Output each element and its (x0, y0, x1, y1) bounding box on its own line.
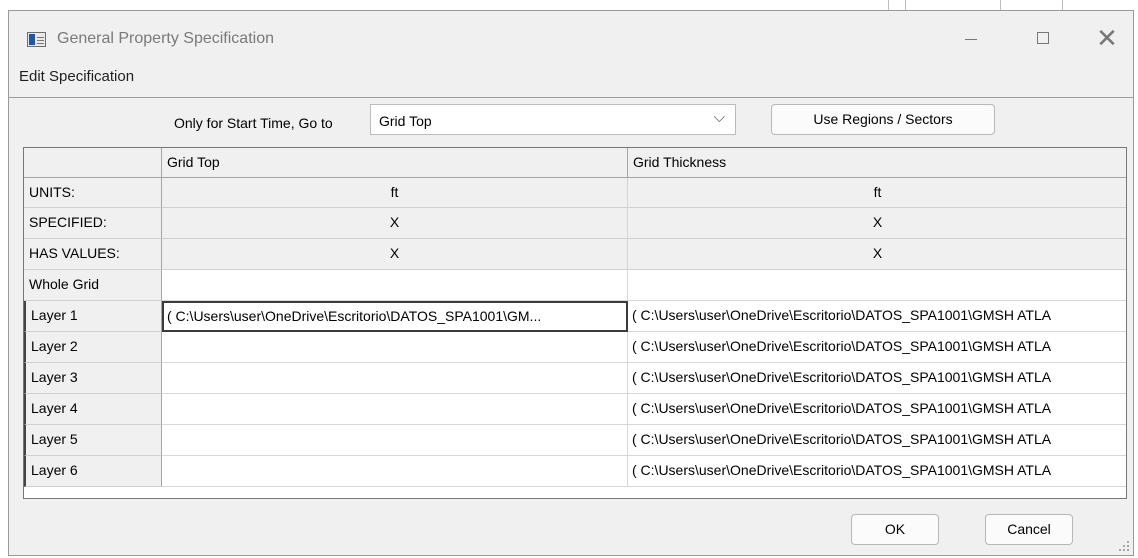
maximize-button[interactable] (1021, 21, 1065, 55)
layer-4-grid-thickness-cell[interactable]: ( C:\Users\user\OneDrive\Escritorio\DATO… (628, 394, 1126, 425)
has-values-grid-thickness: X (628, 239, 1126, 270)
has-values-grid-top: X (162, 239, 628, 270)
row-header-layer-5[interactable]: Layer 5 (24, 425, 162, 456)
row-header-layer-6[interactable]: Layer 6 (24, 456, 162, 487)
menu-divider (9, 97, 1133, 98)
layer-4-grid-top-cell[interactable] (162, 394, 628, 425)
app-icon (27, 32, 46, 47)
chevron-down-icon: ⌵ (713, 109, 725, 126)
goto-select-value: Grid Top (379, 113, 432, 129)
cancel-button[interactable]: Cancel (985, 514, 1073, 545)
ok-button[interactable]: OK (851, 514, 939, 545)
layer-3-grid-thickness-cell[interactable]: ( C:\Users\user\OneDrive\Escritorio\DATO… (628, 363, 1126, 394)
menu-edit-specification[interactable]: Edit Specification (19, 68, 134, 85)
row-header-units: UNITS: (24, 178, 162, 208)
property-grid: Grid Top Grid Thickness UNITS: ft ft SPE… (23, 147, 1127, 499)
layer-5-grid-top-cell[interactable] (162, 425, 628, 456)
row-header-whole-grid[interactable]: Whole Grid (24, 270, 162, 301)
row-header-specified: SPECIFIED: (24, 208, 162, 239)
units-grid-top: ft (162, 178, 628, 208)
row-header-layer-1[interactable]: Layer 1 (24, 301, 162, 332)
close-button[interactable]: ✕ (1085, 21, 1129, 55)
goto-select[interactable]: Grid Top ⌵ (370, 104, 736, 135)
units-grid-thickness: ft (628, 178, 1126, 208)
layer-6-grid-top-cell[interactable] (162, 456, 628, 487)
specified-grid-thickness: X (628, 208, 1126, 239)
goto-label: Only for Start Time, Go to (174, 115, 333, 131)
grid-corner (24, 148, 162, 178)
minimize-button[interactable] (949, 21, 993, 55)
window-title: General Property Specification (57, 30, 274, 47)
layer-2-grid-top-cell[interactable] (162, 332, 628, 363)
whole-grid-grid-thickness-cell[interactable] (628, 270, 1126, 301)
layer-5-grid-thickness-cell[interactable]: ( C:\Users\user\OneDrive\Escritorio\DATO… (628, 425, 1126, 456)
layer-6-grid-thickness-cell[interactable]: ( C:\Users\user\OneDrive\Escritorio\DATO… (628, 456, 1126, 487)
column-header-grid-top[interactable]: Grid Top (162, 148, 628, 178)
layer-1-grid-top-cell[interactable]: ( C:\Users\user\OneDrive\Escritorio\DATO… (162, 301, 628, 332)
column-header-grid-thickness[interactable]: Grid Thickness (628, 148, 1126, 178)
resize-grip-icon[interactable] (1119, 541, 1129, 551)
layer-2-grid-thickness-cell[interactable]: ( C:\Users\user\OneDrive\Escritorio\DATO… (628, 332, 1126, 363)
use-regions-sectors-button[interactable]: Use Regions / Sectors (771, 104, 995, 135)
row-header-layer-3[interactable]: Layer 3 (24, 363, 162, 394)
layer-1-grid-thickness-cell[interactable]: ( C:\Users\user\OneDrive\Escritorio\DATO… (628, 301, 1126, 332)
whole-grid-grid-top-cell[interactable] (162, 270, 628, 301)
title-bar[interactable]: General Property Specification ✕ (9, 11, 1133, 63)
row-header-has-values: HAS VALUES: (24, 239, 162, 270)
specified-grid-top: X (162, 208, 628, 239)
layer-3-grid-top-cell[interactable] (162, 363, 628, 394)
menu-bar: Edit Specification (9, 63, 1133, 89)
general-property-dialog: General Property Specification ✕ Edit Sp… (8, 10, 1134, 556)
row-header-layer-4[interactable]: Layer 4 (24, 394, 162, 425)
row-header-layer-2[interactable]: Layer 2 (24, 332, 162, 363)
